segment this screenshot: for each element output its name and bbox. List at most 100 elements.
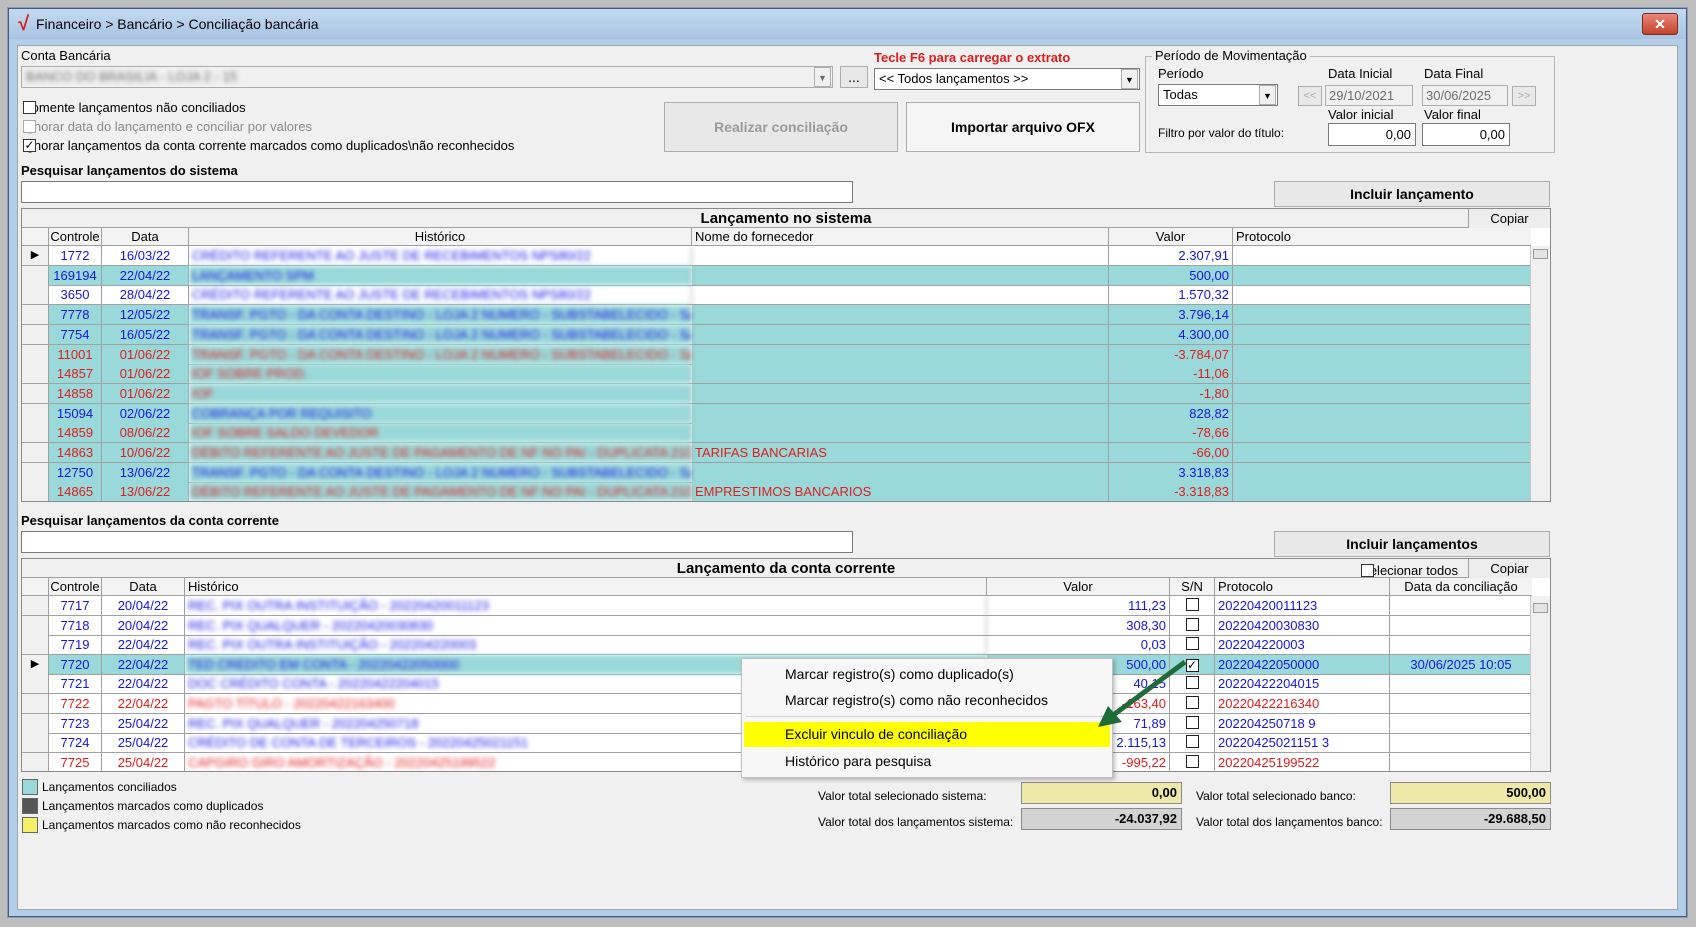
cell-fornecedor: [692, 285, 1109, 305]
prev-period-button[interactable]: <<: [1298, 86, 1322, 106]
table-row[interactable]: 14859 08/06/22 IOF SOBRE SALDO DEVEDOR -78,…: [22, 423, 1531, 444]
conta-lookup-button[interactable]: ...: [840, 66, 868, 88]
chevron-down-icon[interactable]: ▼: [1121, 69, 1138, 89]
conta-select[interactable]: BANCO DO BRASILIA - LOJA 2 - 15 ▼: [21, 66, 833, 88]
table-row[interactable]: ▶ 1772 16/03/22 CRÉDITO REFERENTE AO JUSTE …: [22, 246, 1531, 266]
lancamentos-filter-select[interactable]: << Todos lançamentos >> ▼: [874, 68, 1140, 90]
cell-data: 28/04/22: [102, 285, 189, 305]
conta-copiar-button[interactable]: Copiar: [1468, 559, 1550, 578]
cell-sn[interactable]: [1170, 615, 1215, 635]
cell-valor: 828,82: [1109, 403, 1233, 423]
row-indicator: [22, 694, 49, 713]
scroll-thumb[interactable]: [1533, 603, 1548, 613]
cell-data: 10/06/22: [102, 443, 189, 462]
cell-protocolo: [1233, 246, 1531, 265]
table-row[interactable]: 14858 01/06/22 IOF -1,80: [22, 383, 1531, 404]
next-period-button[interactable]: >>: [1512, 86, 1536, 106]
conta-scrollbar[interactable]: [1530, 596, 1550, 771]
checkbox-box[interactable]: [23, 120, 36, 133]
cell-protocolo: [1233, 443, 1531, 462]
table-row[interactable]: 12750 13/06/22 TRANSF. PGTO - DA CONTA DES…: [22, 462, 1531, 483]
table-row[interactable]: 169194 22/04/22 LANÇAMENTO SPM 500,00: [22, 265, 1531, 286]
table-row[interactable]: 7719 22/04/22 REC. PIX OUTRA INSTITUIÇÃO -…: [22, 635, 1532, 656]
arrow-shaft: [1110, 659, 1187, 719]
col-data[interactable]: Data: [102, 228, 189, 245]
cell-sn[interactable]: [1170, 596, 1215, 615]
col-data[interactable]: Data: [102, 578, 185, 595]
cell-data-conciliacao: [1390, 616, 1532, 635]
scroll-thumb[interactable]: [1533, 249, 1548, 259]
cell-data: 08/06/22: [102, 423, 189, 443]
checkbox-box[interactable]: [1361, 564, 1375, 577]
ignorar-data-checkbox[interactable]: Ignorar data do lançamento e conciliar p…: [23, 119, 312, 134]
somente-nao-conciliados-checkbox[interactable]: Somente lançamentos não conciliados: [23, 100, 246, 115]
sistema-copiar-button[interactable]: Copiar: [1468, 209, 1550, 228]
cell-controle: 12750: [49, 462, 102, 482]
menu-excluir-vinculo[interactable]: Excluir vinculo de conciliação: [744, 722, 1110, 747]
col-valor[interactable]: Valor: [987, 578, 1170, 595]
col-sn[interactable]: S/N: [1170, 578, 1215, 595]
col-historico[interactable]: Histórico: [185, 578, 987, 595]
col-data-conciliacao[interactable]: Data da conciliação: [1390, 578, 1532, 595]
sistema-search-label: Pesquisar lançamentos do sistema: [21, 163, 238, 178]
conta-value: BANCO DO BRASILIA - LOJA 2 - 15: [26, 69, 237, 84]
col-controle[interactable]: Controle: [49, 228, 102, 245]
col-protocolo[interactable]: Protocolo: [1233, 228, 1531, 245]
table-row[interactable]: 7778 12/05/22 TRANSF. PGTO - DA CONTA DEST…: [22, 305, 1531, 326]
row-indicator: [22, 383, 49, 403]
row-indicator: [22, 324, 49, 344]
cell-valor: -66,00: [1109, 443, 1233, 462]
table-row[interactable]: 7717 20/04/22 REC. PIX OUTRA INSTITUIÇÃO -…: [22, 596, 1532, 616]
cell-sn[interactable]: [1170, 752, 1215, 771]
chevron-down-icon[interactable]: ▼: [814, 67, 831, 87]
close-button[interactable]: ✕: [1642, 13, 1678, 35]
sn-checkbox[interactable]: [1185, 617, 1199, 631]
row-indicator: [22, 462, 49, 482]
sn-checkbox[interactable]: [1185, 754, 1199, 768]
periodo-select[interactable]: Todas ▼: [1158, 84, 1278, 106]
sistema-scrollbar[interactable]: [1530, 246, 1550, 501]
data-final-field[interactable]: 30/06/2025: [1422, 85, 1508, 106]
total-banco-label: Valor total dos lançamentos banco:: [1196, 815, 1383, 829]
incluir-lancamentos-button[interactable]: Incluir lançamentos: [1274, 531, 1550, 557]
col-fornecedor[interactable]: Nome do fornecedor: [692, 228, 1109, 245]
checkbox-box[interactable]: [23, 101, 36, 114]
table-row[interactable]: 7718 20/04/22 REC. PIX QUALQUER - 20220420…: [22, 615, 1532, 636]
valor-final-field[interactable]: 0,00: [1422, 123, 1510, 146]
table-row[interactable]: 15094 02/06/22 COBRANÇA POR REQUISITO 828,8…: [22, 403, 1531, 424]
table-row[interactable]: 14857 01/06/22 IOF SOBRE PROD. -11,06: [22, 364, 1531, 385]
table-row[interactable]: 14865 13/06/22 DÉBITO REFERENTE AO JUSTE D…: [22, 482, 1531, 501]
table-row[interactable]: 14863 10/06/22 DÉBITO REFERENTE AO JUSTE D…: [22, 443, 1531, 463]
conta-grid-title-text: Lançamento da conta corrente: [676, 560, 896, 577]
menu-marcar-duplicados[interactable]: Marcar registro(s) como duplicado(s): [744, 662, 1110, 687]
col-controle[interactable]: Controle: [49, 578, 102, 595]
conta-search-input[interactable]: [21, 531, 853, 553]
data-inicial-field[interactable]: 29/10/2021: [1325, 85, 1413, 106]
realizar-conciliacao-button[interactable]: Realizar conciliação: [664, 102, 898, 152]
col-historico[interactable]: Histórico: [189, 228, 692, 245]
cell-data: 22/04/22: [102, 674, 185, 694]
importar-ofx-button[interactable]: Importar arquivo OFX: [906, 102, 1140, 152]
incluir-lancamento-button[interactable]: Incluir lançamento: [1274, 181, 1550, 207]
sn-checkbox[interactable]: [1185, 598, 1199, 611]
cell-data: 25/04/22: [102, 713, 185, 733]
cell-data: 02/06/22: [102, 403, 189, 423]
row-indicator: [22, 674, 49, 694]
menu-historico-pesquisa[interactable]: Histórico para pesquisa: [744, 749, 1110, 774]
chevron-down-icon[interactable]: ▼: [1259, 85, 1276, 105]
data-inicial-label: Data Inicial: [1328, 66, 1393, 81]
cell-fornecedor: [692, 344, 1109, 364]
col-protocolo[interactable]: Protocolo: [1215, 578, 1390, 595]
table-row[interactable]: 3650 28/04/22 CRÉDITO REFERENTE AO JUSTE D…: [22, 285, 1531, 306]
table-row[interactable]: 7754 16/05/22 TRANSF. PGTO - DA CONTA DEST…: [22, 324, 1531, 345]
cell-data-conciliacao: [1390, 596, 1532, 615]
ignorar-duplicados-checkbox[interactable]: ✓ Ignorar lançamentos da conta corrente m…: [23, 138, 514, 153]
menu-marcar-nao-reconhecidos[interactable]: Marcar registro(s) como não reconhecidos: [744, 688, 1110, 713]
table-row[interactable]: 11001 01/06/22 TRANSF. PGTO - DA CONTA DES…: [22, 344, 1531, 365]
checkbox-box-checked[interactable]: ✓: [23, 139, 36, 152]
valor-inicial-field[interactable]: 0,00: [1328, 123, 1416, 146]
col-valor[interactable]: Valor: [1109, 228, 1233, 245]
sistema-search-input[interactable]: [21, 181, 853, 203]
cell-controle: 1772: [49, 246, 102, 265]
sn-checkbox[interactable]: [1185, 637, 1199, 651]
